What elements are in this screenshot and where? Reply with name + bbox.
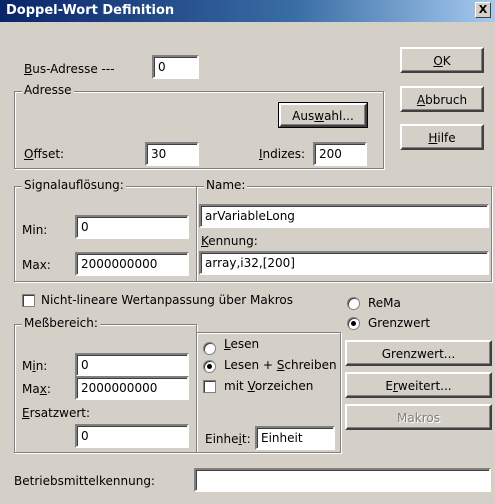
signal-min-input[interactable]: 0 — [75, 215, 189, 239]
range-min-input[interactable]: 0 — [75, 353, 189, 377]
read-write-radio[interactable] — [203, 360, 216, 373]
title-bar[interactable]: Doppel-Wort Definition X — [0, 0, 495, 22]
resource-identifier-label: Betriebsmittelkennung: — [14, 474, 155, 488]
select-button[interactable]: Auswahl... — [278, 102, 368, 128]
signal-max-label: Max: — [22, 258, 51, 272]
close-button[interactable]: X — [475, 2, 491, 18]
cancel-button[interactable]: Abbruch — [400, 86, 484, 112]
identifier-input[interactable]: array,i32,[200] — [199, 251, 489, 275]
limit-label: Grenzwert — [368, 316, 431, 330]
offset-input[interactable]: 30 — [145, 142, 199, 166]
unit-input[interactable]: Einheit — [255, 426, 335, 450]
signed-label: mit Vorzeichen — [224, 379, 314, 393]
signed-checkbox[interactable] — [203, 380, 216, 393]
range-min-label: Min: — [22, 359, 48, 373]
indices-label: Indizes: — [259, 147, 306, 161]
identifier-label: Kennung: — [201, 234, 258, 248]
extended-button[interactable]: Erweitert... — [345, 372, 492, 398]
read-label: Lesen — [224, 337, 260, 351]
signal-max-input[interactable]: 2000000000 — [75, 252, 189, 276]
offset-label: Offset: — [24, 147, 65, 161]
name-input[interactable]: arVariableLong — [199, 204, 489, 228]
dialog-window: Doppel-Wort Definition X Bus-Adresse ---… — [0, 0, 495, 504]
address-group-title: Adresse — [22, 83, 74, 97]
range-max-label: Max: — [22, 382, 51, 396]
macros-button[interactable]: Makros — [345, 404, 492, 430]
name-group-title: Name: — [204, 178, 248, 192]
help-button[interactable]: Hilfe — [400, 124, 484, 150]
bus-address-label: Bus-Adresse --- — [24, 62, 115, 76]
indices-input[interactable]: 200 — [313, 142, 367, 166]
nonlinear-label: Nicht-lineare Wertanpassung über Makros — [41, 293, 293, 307]
resource-identifier-input[interactable] — [194, 468, 491, 492]
signal-resolution-title: Signalauflösung: — [22, 178, 126, 192]
window-title: Doppel-Wort Definition — [6, 3, 175, 18]
signal-min-label: Min: — [22, 223, 48, 237]
bus-address-input[interactable]: 0 — [152, 55, 199, 79]
nonlinear-checkbox[interactable] — [22, 294, 35, 307]
substitute-label: Ersatzwert: — [22, 406, 91, 420]
range-max-input[interactable]: 2000000000 — [75, 376, 189, 400]
unit-label: Einheit: — [205, 432, 251, 446]
rema-label: ReMa — [368, 296, 401, 310]
limit-value-button[interactable]: Grenzwert... — [345, 340, 492, 366]
read-write-label: Lesen + Schreiben — [224, 358, 337, 372]
rema-radio[interactable] — [347, 297, 360, 310]
substitute-input[interactable]: 0 — [75, 424, 189, 448]
read-radio[interactable] — [203, 342, 216, 355]
limit-radio[interactable] — [347, 317, 360, 330]
measuring-range-title: Meßbereich: — [22, 316, 100, 330]
ok-button[interactable]: OK — [400, 47, 484, 73]
